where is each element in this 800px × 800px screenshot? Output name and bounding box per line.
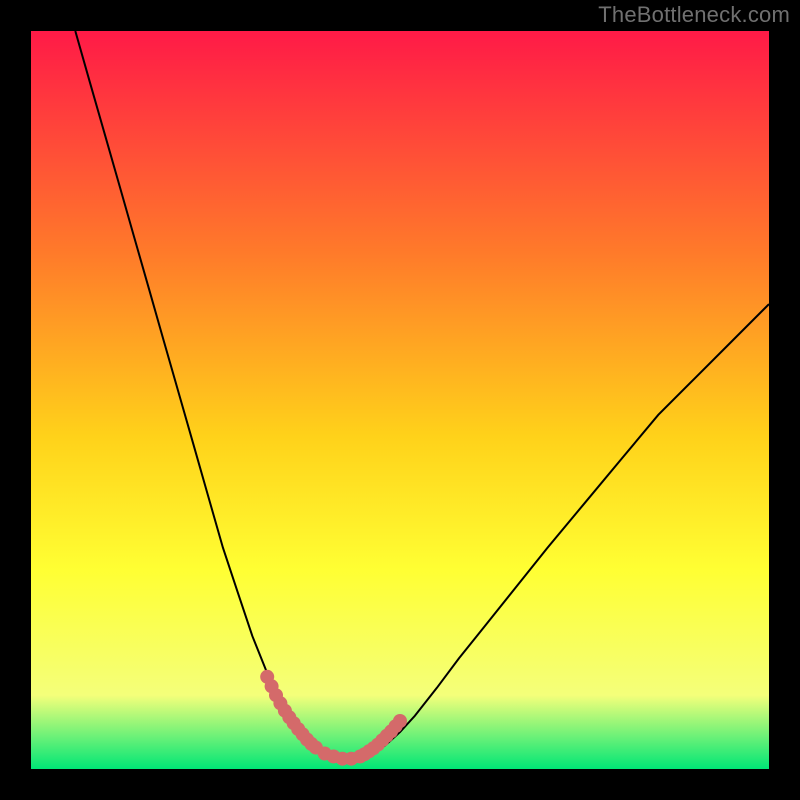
watermark-text: TheBottleneck.com: [598, 2, 790, 28]
gradient-background: [31, 31, 769, 769]
outer-frame: TheBottleneck.com: [0, 0, 800, 800]
optimal-marker: [393, 714, 407, 728]
chart-plot-area: [31, 31, 769, 769]
chart-svg: [31, 31, 769, 769]
